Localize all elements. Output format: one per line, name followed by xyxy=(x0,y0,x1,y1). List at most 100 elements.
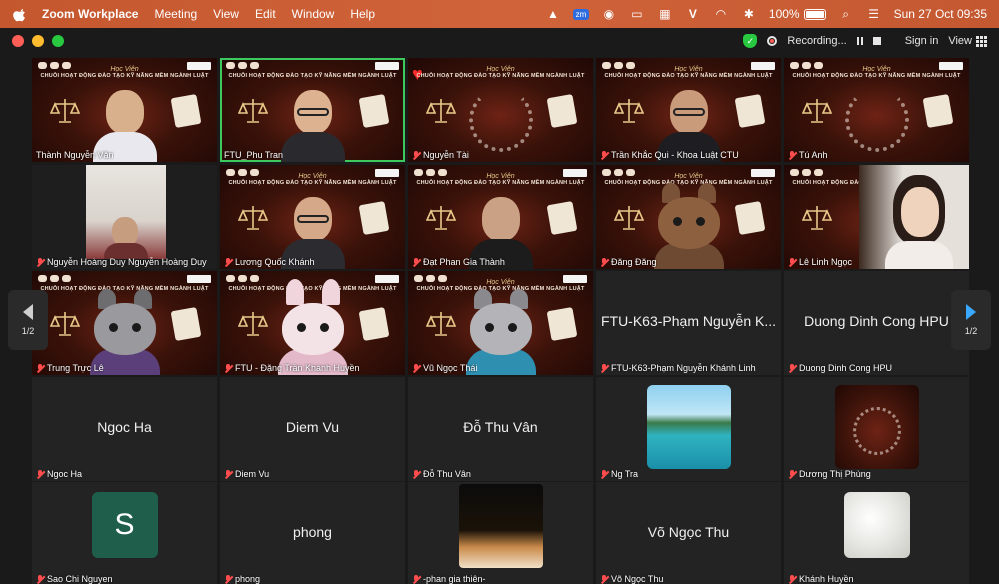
participant-tile[interactable]: Đỗ Thu Vân Đỗ Thu Vân xyxy=(408,377,593,481)
participant-display-name: Duong Dinh Cong HPU xyxy=(804,313,949,329)
layout-icon[interactable]: ▦ xyxy=(657,7,673,21)
poster-subtitle: CHUỖI HOẠT ĐỘNG ĐÀO TẠO KỸ NĂNG MỀM NGÀN… xyxy=(40,73,209,79)
mic-muted-icon xyxy=(788,150,796,160)
bluetooth-icon[interactable]: ✱ xyxy=(741,7,757,21)
window-titlebar: ✓ Recording... Sign in View xyxy=(0,28,999,54)
menu-window[interactable]: Window xyxy=(292,7,335,21)
bear-avatar xyxy=(653,183,724,269)
previous-page-button[interactable]: 1/2 xyxy=(8,290,48,350)
participant-tile[interactable]: FTU-K63-Phạm Nguyễn K... FTU-K63-Phạm Ng… xyxy=(596,271,781,375)
scales-of-justice-icon xyxy=(426,206,456,230)
apple-icon[interactable] xyxy=(12,6,28,22)
participant-tile[interactable]: phong phong xyxy=(220,482,405,584)
poster-heading: Học Viên xyxy=(674,173,703,180)
stop-recording-button[interactable] xyxy=(872,37,881,45)
participant-tile[interactable]: S Sao Chi Nguyen xyxy=(32,482,217,584)
menu-view[interactable]: View xyxy=(213,7,239,21)
participant-tile[interactable]: Ng Tra xyxy=(596,377,781,481)
mic-muted-icon xyxy=(600,469,608,479)
participant-tile[interactable]: Võ Ngọc Thu Võ Ngọc Thu xyxy=(596,482,781,584)
name-text: phong xyxy=(235,574,261,584)
participant-tile[interactable]: Duong Dinh Cong HPU Duong Dinh Cong HPU xyxy=(784,271,969,375)
scroll-icon xyxy=(734,93,766,129)
profile-picture-beach xyxy=(646,385,731,469)
scales-of-justice-icon xyxy=(50,312,80,336)
participant-tile[interactable]: Học Viên CHUỖI HOẠT ĐỘNG ĐÀO TẠO KỸ NĂNG… xyxy=(596,58,781,162)
participant-tile[interactable]: Ngoc Ha Ngoc Ha xyxy=(32,377,217,481)
menu-help[interactable]: Help xyxy=(350,7,375,21)
laurel-wreath-icon xyxy=(468,88,533,152)
scales-of-justice-icon xyxy=(50,99,80,123)
name-text: Ng Tra xyxy=(611,469,639,479)
participant-tile[interactable]: Học Viên CHUỖI HOẠT ĐỘNG ĐÀO TẠO KỸ NĂNG… xyxy=(784,58,969,162)
menubar-clock[interactable]: Sun 27 Oct 09:35 xyxy=(894,7,987,21)
minimize-window-button[interactable] xyxy=(32,35,44,47)
poster-subtitle: CHUỖI HOẠT ĐỘNG ĐÀO TẠO KỸ NĂNG MỀM NGÀN… xyxy=(228,180,397,186)
encryption-shield-icon[interactable]: ✓ xyxy=(743,34,758,48)
control-center-icon[interactable]: ☰ xyxy=(866,7,882,21)
scroll-icon xyxy=(734,200,766,236)
battery-fill xyxy=(805,10,824,18)
name-text: Ngoc Ha xyxy=(47,469,83,479)
participant-tile[interactable]: Diem Vu Diem Vu xyxy=(220,377,405,481)
participant-tile[interactable]: CHUỖI HOẠT ĐỘNG ĐÀO TẠO KỸ NĂNG MỀM NGÀN… xyxy=(784,165,969,269)
participant-tile[interactable]: -phan gia thiên- xyxy=(408,482,593,584)
participant-tile-active-speaker[interactable]: CHUỖI HOẠT ĐỘNG ĐÀO TẠO KỸ NĂNG MỀM NGÀN… xyxy=(220,58,405,162)
participant-display-name: phong xyxy=(293,524,332,540)
participant-tile[interactable]: Học Viên CHUỖI HOẠT ĐỘNG ĐÀO TẠO KỸ NĂNG… xyxy=(596,165,781,269)
scales-of-justice-icon xyxy=(614,206,644,230)
pause-recording-button[interactable] xyxy=(856,37,863,45)
name-text: Đạt Phan Gia Thành xyxy=(423,257,505,267)
participant-tile[interactable]: CHUỖI HOẠT ĐỘNG ĐÀO TẠO KỸ NĂNG MỀM NGÀN… xyxy=(32,271,217,375)
poster-heading: Học Viên xyxy=(674,66,703,73)
mic-muted-icon xyxy=(36,469,44,479)
participant-tile[interactable]: CHUỖI HOẠT ĐỘNG ĐÀO TẠO KỸ NĂNG MỀM NGÀN… xyxy=(220,271,405,375)
name-text: FTU-K63-Phạm Nguyễn Khánh Linh xyxy=(611,363,756,373)
participant-video xyxy=(86,165,166,259)
poster-heading: Học Viên xyxy=(862,66,891,73)
participant-tile[interactable]: Học Viên CHUỖI HOẠT ĐỘNG ĐÀO TẠO KỸ NĂNG… xyxy=(32,58,217,162)
participant-tile[interactable]: Dương Thị Phùng xyxy=(784,377,969,481)
menu-app-zoom[interactable]: Zoom Workplace xyxy=(42,7,138,21)
poster-heading: Học Viên xyxy=(486,66,515,73)
name-text: Diem Vu xyxy=(235,469,270,479)
wifi-icon[interactable]: ◠ xyxy=(713,7,729,21)
participant-tile[interactable]: ♥ Học Viên CHUỖI HOẠT ĐỘNG ĐÀO TẠO KỸ NĂ… xyxy=(408,58,593,162)
next-page-button[interactable]: 1/2 xyxy=(951,290,991,350)
scroll-icon xyxy=(546,93,578,129)
scroll-icon xyxy=(358,200,390,236)
menu-edit[interactable]: Edit xyxy=(255,7,276,21)
zoom-status-icon[interactable]: zm xyxy=(572,7,590,21)
participant-tile[interactable]: Nguyễn Hoàng Duy Nguyễn Hoàng Duy xyxy=(32,165,217,269)
menu-meeting[interactable]: Meeting xyxy=(154,7,197,21)
poster-heading: Học Viên xyxy=(486,279,515,286)
vlc-cone-icon[interactable]: ▲ xyxy=(545,7,561,21)
sign-in-button[interactable]: Sign in xyxy=(905,35,939,47)
name-text: FTU_Phu Tran xyxy=(224,150,284,160)
fullscreen-window-button[interactable] xyxy=(52,35,64,47)
poster-subtitle: CHUỖI HOẠT ĐỘNG ĐÀO TẠO KỸ NĂNG MỀM NGÀN… xyxy=(792,73,961,79)
name-text: Trần Khắc Qui - Khoa Luật CTU xyxy=(611,150,739,160)
poster-subtitle: CHUỖI HOẠT ĐỘNG ĐÀO TẠO KỸ NĂNG MỀM NGÀN… xyxy=(416,73,585,79)
grid-view-icon xyxy=(976,35,987,47)
participant-tile[interactable]: Học Viên CHUỖI HOẠT ĐỘNG ĐÀO TẠO KỸ NĂNG… xyxy=(408,165,593,269)
messenger-icon[interactable]: ◉ xyxy=(601,7,617,21)
participant-tile[interactable]: Học Viên CHUỖI HOẠT ĐỘNG ĐÀO TẠO KỸ NĂNG… xyxy=(408,271,593,375)
participant-tile[interactable]: Học Viên CHUỖI HOẠT ĐỘNG ĐÀO TẠO KỸ NĂNG… xyxy=(220,165,405,269)
scroll-icon xyxy=(546,200,578,236)
participant-display-name: Ngoc Ha xyxy=(97,419,152,435)
poster-subtitle: CHUỖI HOẠT ĐỘNG ĐÀO TẠO KỸ NĂNG MỀM NGÀN… xyxy=(416,180,585,186)
participant-tile[interactable]: Khánh Huyền xyxy=(784,482,969,584)
scroll-icon xyxy=(170,306,202,342)
profile-picture-flowers xyxy=(843,492,910,558)
name-text: Dương Thị Phùng xyxy=(799,469,871,479)
view-menu-button[interactable]: View xyxy=(948,35,987,47)
mic-muted-icon xyxy=(36,257,44,267)
screen-icon[interactable]: ▭ xyxy=(629,7,645,21)
close-window-button[interactable] xyxy=(12,35,24,47)
spotlight-search-icon[interactable]: ⌕ xyxy=(838,7,854,21)
mic-muted-icon xyxy=(788,363,796,373)
recording-status: Recording... xyxy=(787,35,847,47)
battery-status[interactable]: 100% xyxy=(769,7,826,21)
v-app-icon[interactable]: V xyxy=(685,7,701,21)
